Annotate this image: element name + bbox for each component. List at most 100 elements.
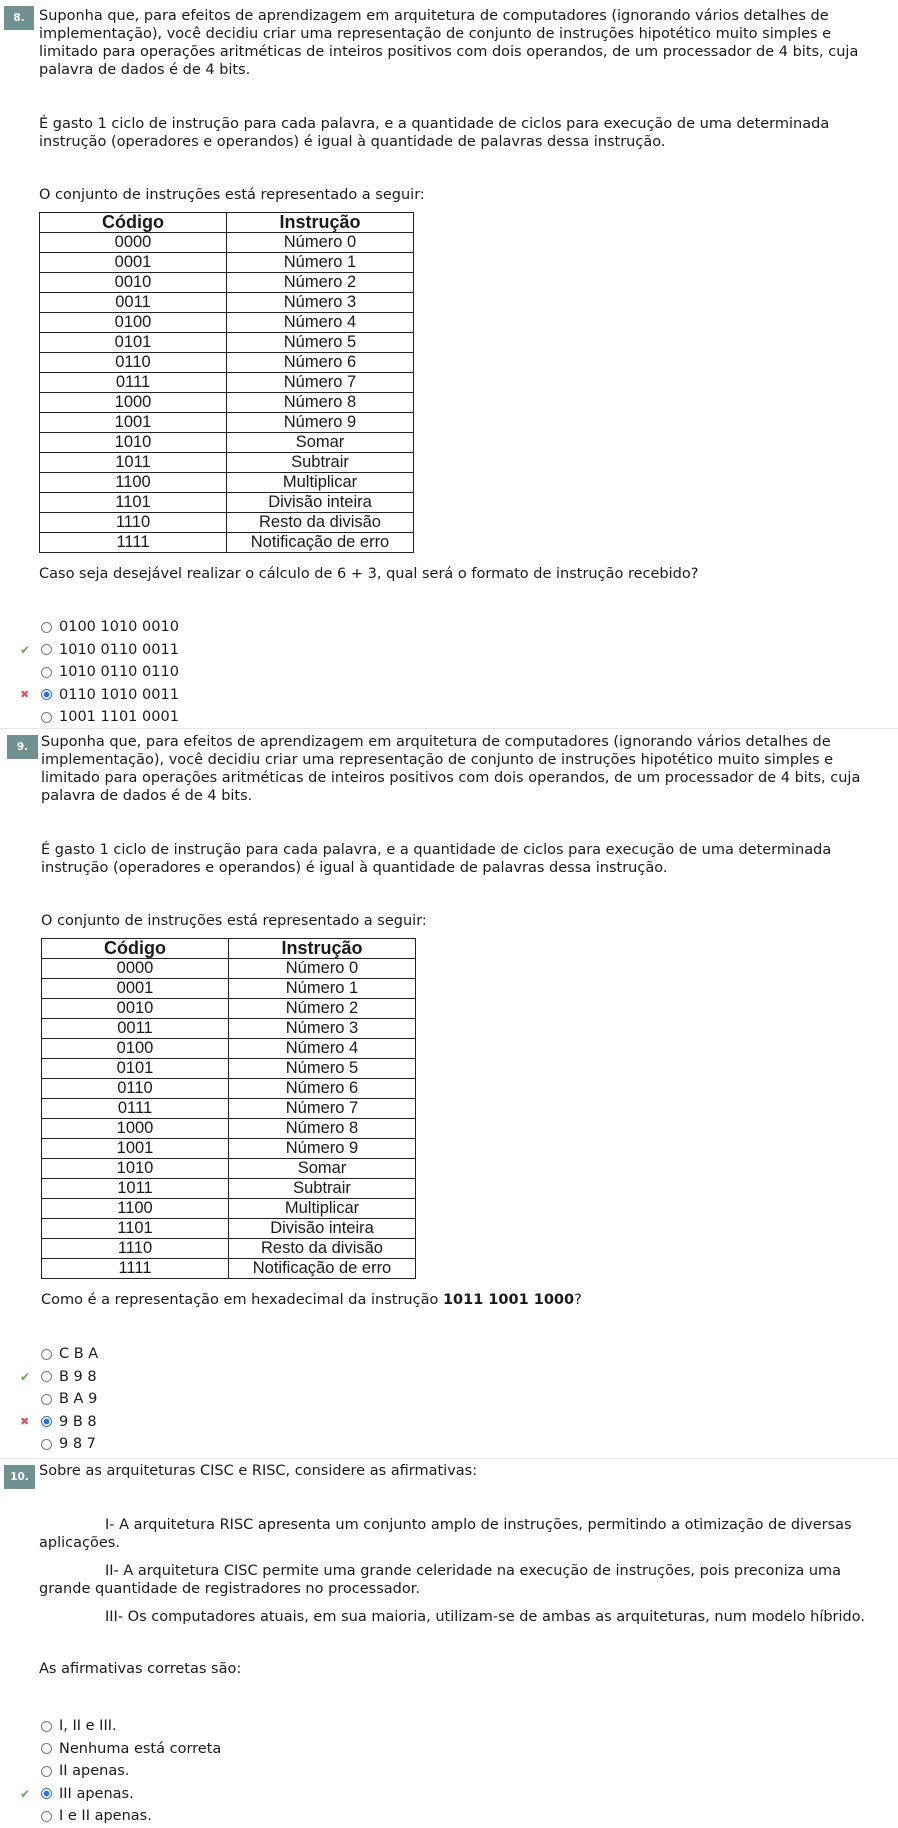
code-cell: 1111 [41, 1258, 229, 1279]
cross-icon: ✖ [20, 1414, 30, 1428]
radio-button[interactable] [41, 666, 52, 678]
table-header-row: Código Instrução [41, 938, 416, 959]
code-cell: 0111 [39, 372, 227, 393]
instruction-cell: Número 8 [226, 392, 414, 413]
radio-button[interactable] [41, 621, 52, 633]
table-row: 0100 Número 4 [39, 312, 414, 333]
check-icon: ✔ [20, 1786, 31, 1801]
instruction-cell: Resto da divisão [228, 1238, 416, 1259]
intro-paragraph: É gasto 1 ciclo de instrução para cada p… [39, 116, 830, 150]
code-cell: 1110 [39, 512, 227, 533]
code-cell: 0100 [39, 312, 227, 333]
intro-paragraph: Sobre as arquiteturas CISC e RISC, consi… [39, 1463, 478, 1479]
column-header: Código [41, 938, 229, 959]
radio-button[interactable] [41, 711, 52, 723]
radio-button[interactable] [41, 1371, 52, 1383]
radio-button[interactable] [41, 1810, 52, 1822]
table-row: 0000 Número 0 [39, 232, 414, 253]
table-row: 1001 Número 9 [39, 412, 414, 433]
radio-button[interactable] [41, 1348, 52, 1360]
option-label: 1010 0110 0011 [59, 641, 179, 658]
radio-button[interactable] [41, 1393, 52, 1405]
table-row: 0011 Número 3 [39, 292, 414, 313]
instruction-cell: Notificação de erro [226, 532, 414, 553]
question-text: Sobre as arquiteturas CISC e RISC, consi… [39, 1462, 887, 1678]
statement-2: II- A arquitetura CISC permite uma grand… [39, 1563, 842, 1597]
radio-button[interactable] [41, 1416, 52, 1428]
table-row: 0101 Número 5 [39, 332, 414, 353]
instruction-cell: Número 1 [228, 978, 416, 999]
column-header: Código [39, 212, 227, 233]
radio-button[interactable] [41, 1720, 52, 1732]
code-cell: 1000 [39, 392, 227, 413]
question-instruction-code: 1011 1001 1000 [442, 1292, 575, 1308]
option-label: II apenas. [59, 1763, 130, 1780]
code-cell: 1001 [41, 1138, 229, 1159]
question-prefix: Como é a representação em hexadecimal da… [41, 1292, 443, 1308]
question-suffix: ? [574, 1292, 582, 1308]
instruction-cell: Multiplicar [228, 1198, 416, 1219]
radio-button[interactable] [41, 644, 52, 656]
radio-button[interactable] [41, 1438, 52, 1450]
answer-option[interactable]: I, II e III. [0, 1715, 400, 1738]
statement-3: III- Os computadores atuais, em sua maio… [105, 1609, 865, 1625]
answer-option[interactable]: 0100 1010 0010 [0, 616, 400, 639]
answer-option[interactable]: ✔ 1010 0110 0011 [0, 639, 400, 662]
option-label: Nenhuma está correta [59, 1740, 222, 1757]
instruction-cell: Número 6 [226, 352, 414, 373]
answer-option[interactable]: II apenas. [0, 1760, 400, 1783]
code-cell: 0001 [39, 252, 227, 273]
intro-paragraph: O conjunto de instruções está representa… [41, 913, 427, 929]
table-row: 0010 Número 2 [39, 272, 414, 293]
table-row: 1010 Somar [41, 1158, 416, 1179]
code-cell: 0010 [39, 272, 227, 293]
answer-option[interactable]: B A 9 [0, 1388, 400, 1411]
answer-option[interactable]: Nenhuma está correta [0, 1738, 400, 1761]
table-row: 0111 Número 7 [41, 1098, 416, 1119]
table-row: 1000 Número 8 [39, 392, 414, 413]
instruction-cell: Número 9 [228, 1138, 416, 1159]
code-cell: 1101 [41, 1218, 229, 1239]
radio-button[interactable] [41, 1765, 52, 1777]
answer-option[interactable]: C B A [0, 1343, 400, 1366]
code-cell: 1101 [39, 492, 227, 513]
check-icon: ✔ [20, 642, 31, 657]
table-row: 0110 Número 6 [41, 1078, 416, 1099]
answer-option[interactable]: 1001 1101 0001 [0, 706, 400, 729]
answer-option[interactable]: ✔ B 9 8 [0, 1366, 400, 1389]
answer-option[interactable]: ✖ 9 B 8 [0, 1411, 400, 1434]
answer-option[interactable]: I e II apenas. [0, 1805, 400, 1828]
radio-button[interactable] [41, 1788, 52, 1800]
code-cell: 1100 [41, 1198, 229, 1219]
table-row: 0000 Número 0 [41, 958, 416, 979]
instruction-table: Código Instrução 0000 Número 0 0001 Número 10… [39, 212, 414, 553]
code-cell: 0000 [39, 232, 227, 253]
answer-option[interactable]: ✔ III apenas. [0, 1783, 400, 1806]
option-label: C B A [59, 1346, 99, 1363]
instruction-cell: Número 7 [228, 1098, 416, 1119]
option-label: 0110 1010 0011 [59, 686, 179, 703]
code-cell: 0110 [41, 1078, 229, 1099]
table-row: 1010 Somar [39, 432, 414, 453]
table-row: 0110 Número 6 [39, 352, 414, 373]
table-row: 1111 Notificação de erro [41, 1258, 416, 1279]
question-prompt: Como é a representação em hexadecimal da… [41, 1291, 889, 1309]
question-prompt: Caso seja desejável realizar o cálculo d… [39, 566, 699, 582]
answer-option[interactable]: 1010 0110 0110 [0, 661, 400, 684]
option-label: 0100 1010 0010 [59, 619, 179, 636]
answer-options: 0100 1010 0010 ✔ 1010 0110 0011 1010 0110 0… [0, 616, 400, 729]
code-cell: 1010 [41, 1158, 229, 1179]
option-label: 1010 0110 0110 [59, 664, 179, 681]
answer-option[interactable]: 9 8 7 [0, 1433, 400, 1456]
instruction-cell: Número 8 [228, 1118, 416, 1139]
table-row: 1111 Notificação de erro [39, 532, 414, 553]
table-row: 0001 Número 1 [41, 978, 416, 999]
radio-button[interactable] [41, 1743, 52, 1755]
option-label: III apenas. [59, 1785, 134, 1802]
radio-button[interactable] [41, 689, 52, 701]
code-cell: 1011 [41, 1178, 229, 1199]
instruction-cell: Somar [228, 1158, 416, 1179]
option-label: I e II apenas. [59, 1808, 152, 1825]
answer-option[interactable]: ✖ 0110 1010 0011 [0, 684, 400, 707]
table-row: 1011 Subtrair [39, 452, 414, 473]
